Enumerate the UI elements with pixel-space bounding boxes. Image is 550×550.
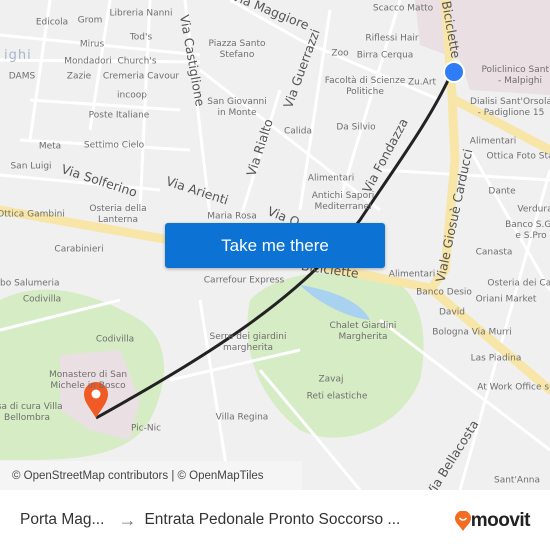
place-label[interactable]: Church's [117, 57, 156, 68]
place-label[interactable]: DAMS [9, 72, 35, 83]
place-label[interactable]: Birra Cerqua [357, 51, 414, 62]
map-attribution[interactable]: © OpenStreetMap contributors | © OpenMap… [0, 461, 302, 490]
place-label[interactable]: David [439, 308, 465, 319]
place-label[interactable]: Las Piadina [471, 354, 522, 365]
place-label[interactable]: Libreria Nanni [110, 9, 173, 20]
place-label[interactable]: Grom [78, 16, 103, 27]
place-label[interactable]: asa di cura VillaBellombra [0, 402, 63, 424]
place-label[interactable]: Edicola [36, 18, 68, 29]
place-label[interactable]: San Luigi [10, 162, 51, 173]
place-label[interactable]: Serre dei giardini margherita [210, 332, 287, 354]
place-label[interactable]: Zoo [331, 49, 348, 60]
map-view[interactable]: ighi Edicola Grom Libreria Nanni Tod's Mirus… [0, 0, 550, 490]
place-label[interactable]: Zavaj [318, 375, 343, 386]
place-label[interactable]: Ottica Foto Sta [487, 152, 550, 163]
place-label[interactable]: incoop [117, 91, 147, 102]
place-label[interactable]: Alimentari [470, 137, 516, 148]
place-label[interactable]: Mondadori [64, 57, 112, 68]
place-label[interactable]: Meta [39, 142, 61, 153]
origin-name: Porta Mag... [20, 511, 105, 528]
place-label[interactable]: Osteria dei Cavalie [487, 279, 550, 290]
destination-name: Entrata Pedonale Pronto Soccorso ... [144, 511, 401, 528]
place-label[interactable]: Dante [488, 187, 515, 198]
origin-location-dot[interactable] [443, 61, 465, 83]
place-label[interactable]: Tod's [130, 33, 152, 44]
place-label[interactable]: Calida [284, 127, 312, 138]
route-footer: Porta Mag... → Entrata Pedonale Pronto S… [0, 490, 550, 550]
place-label[interactable]: Canasta [476, 248, 513, 259]
place-label[interactable]: Ottica Gambini [0, 210, 65, 221]
place-label[interactable]: Cremeria Cavour [103, 72, 179, 83]
place-label[interactable]: Poste Italiane [89, 111, 150, 122]
place-label[interactable]: San Giovanni in Monte [207, 97, 267, 119]
place-label[interactable]: Verdura [517, 205, 550, 216]
place-label[interactable]: Piazza Santo Stefano [208, 39, 265, 61]
place-label[interactable]: Monastero di San Michele in Bosco [49, 370, 127, 392]
place-label[interactable]: Carabinieri [54, 245, 103, 256]
place-label[interactable]: Sant'Anna [494, 476, 540, 487]
place-label[interactable]: Carrefour Express [204, 276, 284, 287]
place-label[interactable]: Reti elastiche [307, 392, 368, 403]
place-label[interactable]: Zu.Art [408, 78, 436, 89]
district-label: ighi [4, 48, 32, 63]
place-label[interactable]: Antichi Sapori Mediterranei [312, 191, 375, 213]
place-label[interactable]: abo Salumeria [0, 279, 60, 290]
place-label[interactable]: Alimentari [389, 270, 435, 281]
place-label[interactable]: Villa Regina [216, 413, 269, 424]
place-label[interactable]: Zazie [67, 72, 91, 83]
place-label[interactable]: Codivilla [96, 335, 134, 346]
place-label[interactable]: Banco S.Gee S.Pro [505, 220, 550, 242]
place-label[interactable]: Bologna Via Murri [432, 328, 512, 339]
place-label[interactable]: Alimentari [308, 174, 354, 185]
arrow-right-icon: → [118, 509, 137, 530]
moovit-pin-icon [454, 511, 471, 531]
place-label[interactable]: Dialisi Sant'Orsola - Padiglione 15 [470, 97, 550, 119]
place-label[interactable]: Facoltà di Scienze Politiche [325, 76, 405, 98]
place-label[interactable]: Osteria della Lanterna [89, 204, 146, 226]
place-label[interactable]: Riflessi Hair [365, 34, 418, 45]
place-label[interactable]: Da Silvio [336, 123, 375, 134]
place-label[interactable]: At Work Office sr [477, 383, 550, 394]
place-label[interactable]: Settimo Cielo [84, 141, 144, 152]
place-label[interactable]: Banco Desio [416, 288, 472, 299]
take-me-there-button[interactable]: Take me there [165, 223, 385, 268]
place-label[interactable]: Maria Rosa [207, 212, 256, 223]
place-label[interactable]: Oriani Market [476, 295, 537, 306]
moovit-logo[interactable]: moovit [454, 510, 531, 532]
place-label[interactable]: Mirus [80, 40, 104, 51]
place-label[interactable]: Policlinico Sant'O- Malpighi [481, 65, 550, 87]
place-label[interactable]: Codivilla [23, 295, 61, 306]
place-label[interactable]: Scacco Matto [373, 4, 433, 15]
place-label[interactable]: Pic-Nic [131, 424, 161, 435]
place-label[interactable]: Chalet Giardini Margherita [330, 321, 397, 343]
moovit-brand-text: moovit [470, 510, 531, 531]
